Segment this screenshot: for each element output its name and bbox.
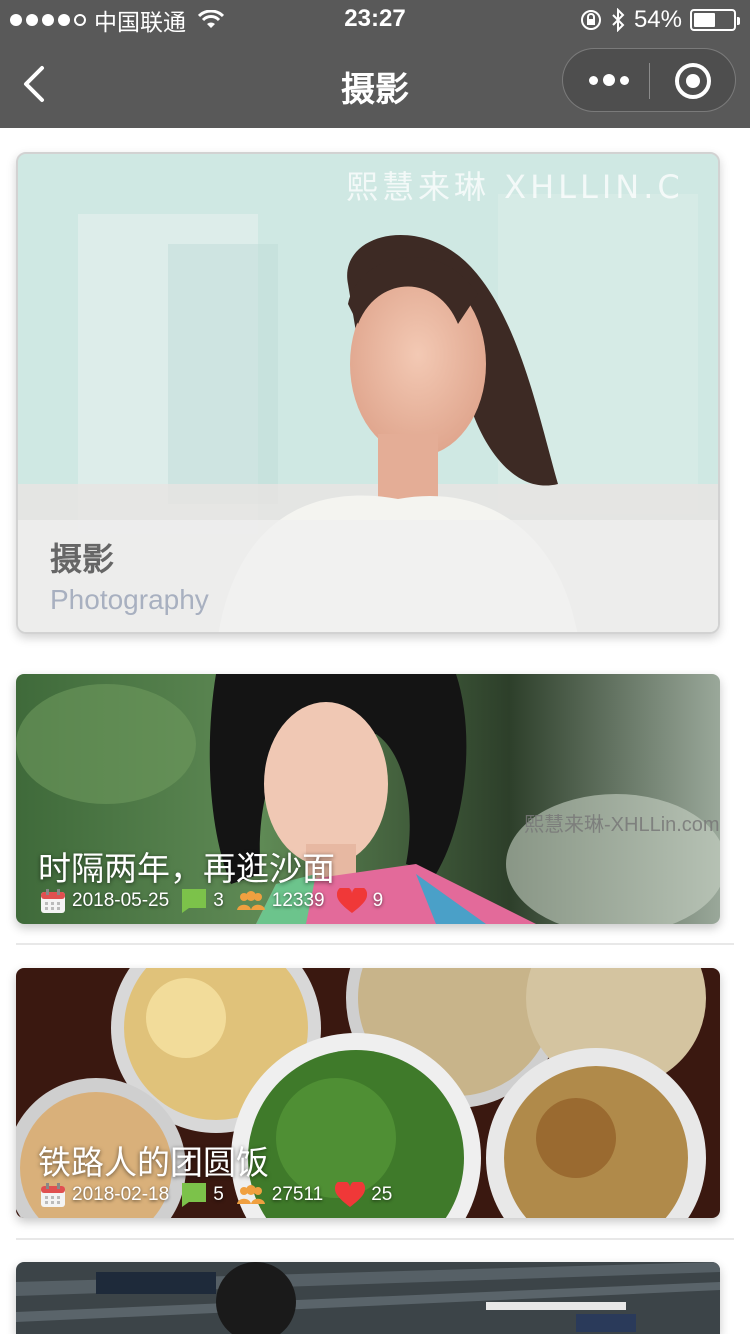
hero-caption: 摄影 Photography: [18, 520, 718, 632]
more-button[interactable]: [589, 65, 629, 95]
close-button[interactable]: [675, 63, 711, 99]
hero-watermark: 熙慧来琳 XHLLIN.C: [346, 168, 684, 206]
article-date: 2018-02-18: [72, 1184, 170, 1205]
like-count: 25: [371, 1184, 393, 1205]
article-meta: 2018-05-25 3 12339 9: [40, 888, 395, 914]
divider: [16, 943, 734, 945]
status-right: 54%: [580, 6, 740, 34]
more-dot-icon: [620, 75, 629, 85]
article-card[interactable]: [16, 1262, 720, 1334]
category-subtitle: Photography: [50, 584, 209, 615]
nav-bar: 摄影: [0, 40, 750, 128]
battery-icon: [690, 9, 740, 31]
category-hero-card[interactable]: 熙慧来琳 XHLLIN.C 摄影 Photography: [16, 152, 720, 634]
article-card[interactable]: 熙慧来琳-XHLLin.com 时隔两年，再逛沙面 2018-05-25 3 1…: [16, 674, 720, 924]
divider: [16, 1238, 734, 1240]
article-watermark: 熙慧来琳-XHLLin.com: [524, 814, 720, 836]
comment-count: 3: [213, 890, 224, 911]
more-dot-icon: [589, 75, 598, 85]
article-date: 2018-05-25: [72, 890, 170, 911]
category-title: 摄影: [50, 540, 115, 578]
article-cover-image: [16, 1262, 720, 1334]
calendar-icon: [41, 889, 65, 913]
article-card[interactable]: 铁路人的团圆饭 2018-02-18 5 27511 25: [16, 968, 720, 1218]
comment-icon: [182, 889, 207, 913]
heart-icon: [335, 1182, 366, 1207]
views-icon: [236, 1185, 265, 1204]
mini-program-capsule: [562, 48, 736, 112]
article-title: 时隔两年，再逛沙面: [38, 849, 335, 888]
calendar-icon: [41, 1183, 65, 1207]
heart-icon: [336, 888, 367, 913]
comment-count: 5: [213, 1184, 224, 1205]
orientation-lock-icon: [580, 10, 601, 30]
more-dot-icon: [603, 74, 615, 86]
article-title: 铁路人的团圆饭: [38, 1143, 269, 1182]
like-count: 9: [372, 890, 384, 911]
battery-percent: 54%: [633, 6, 682, 33]
comment-icon: [182, 1183, 207, 1207]
battery-fill: [694, 13, 715, 27]
bluetooth-icon: [612, 8, 625, 32]
article-meta: 2018-02-18 5 27511 25: [40, 1182, 404, 1208]
view-count: 12339: [271, 890, 325, 911]
status-bar: 中国联通 23:27 54%: [0, 0, 750, 40]
capsule-divider: [649, 63, 650, 99]
view-count: 27511: [271, 1184, 324, 1205]
views-icon: [236, 891, 265, 910]
